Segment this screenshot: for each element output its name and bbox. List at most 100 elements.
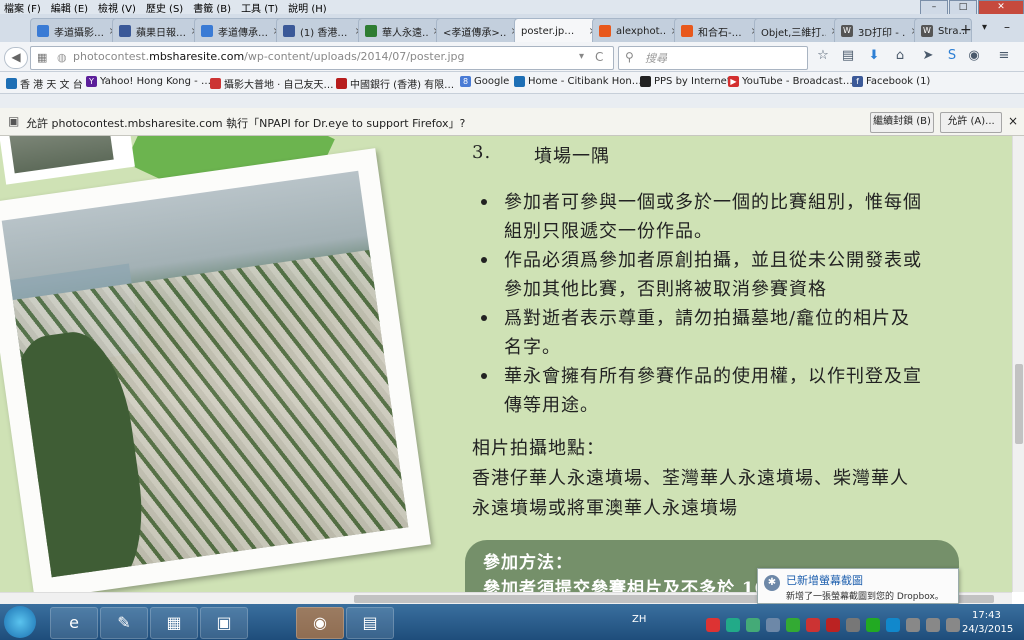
bookmarks-bar: 香 港 天 文 台 Y Yahoo! Hong Kong - … 攝影大普地 · … [0, 72, 1024, 94]
tab[interactable]: (1) 香港… × [276, 18, 370, 43]
tab[interactable]: alexphot… × [592, 18, 686, 43]
globe-icon: ◍ [57, 51, 67, 64]
bookmark-icon: 8 [460, 76, 471, 87]
bookmark-icon: ▶ [728, 76, 739, 87]
back-button[interactable]: ◀ [4, 47, 28, 69]
bookmark-item[interactable]: ▶ YouTube - Broadcast… [728, 76, 853, 87]
menu-help[interactable]: 說明 (H) [288, 0, 327, 15]
tab-active[interactable]: poster.jp… × [514, 18, 604, 43]
dropbox-toast[interactable]: ✱ 已新增螢幕截圖 新增了一張螢幕截圖到您的 Dropbox。 [757, 568, 959, 604]
chat-icon[interactable]: ◉ [966, 48, 982, 64]
bookmark-item[interactable]: 香 港 天 文 台 [6, 76, 83, 91]
menu-bookmarks[interactable]: 書籤 (B) [193, 0, 231, 15]
taskbar-ie-icon[interactable]: e [50, 607, 98, 639]
url-dropdown-icon[interactable]: ▾ [579, 51, 584, 62]
tab-strip: 孝道攝影… × 蘋果日報… × 孝道傳承… × (1) 香港… × 華人永遠… … [0, 14, 1024, 43]
bookmark-item[interactable]: PPS by Internet [640, 76, 731, 87]
tab[interactable]: 孝道攝影… × [30, 18, 124, 43]
tab[interactable]: W 3D打印 - … × [834, 18, 926, 43]
clock-date[interactable]: 24/3/2015 [962, 624, 1013, 635]
bookmark-item[interactable]: 8 Google [460, 76, 509, 87]
tab[interactable]: 和合石-… × [674, 18, 766, 43]
tray-app-icon[interactable] [726, 618, 740, 632]
bookmark-item[interactable]: f Facebook (1) [852, 76, 930, 87]
maximize-button[interactable]: □ [949, 0, 977, 15]
tab[interactable]: <孝道傳承>… × [436, 18, 526, 43]
keep-blocking-button[interactable]: 繼續封鎖 (B) [870, 112, 934, 133]
tray-volume-icon[interactable] [926, 618, 940, 632]
tray-app-icon[interactable] [826, 618, 840, 632]
tab-label: 孝道傳承… [218, 27, 268, 39]
tray-flag-icon[interactable] [946, 618, 960, 632]
bookmark-icon [640, 76, 651, 87]
taskbar-tool-icon[interactable]: ✎ [100, 607, 148, 639]
send-icon[interactable]: ➤ [920, 48, 936, 64]
menu-tools[interactable]: 工具 (T) [241, 0, 278, 15]
tab-label: Objet,三維打… [761, 27, 826, 39]
location-heading: 相片拍攝地點： [472, 438, 605, 459]
cemetery-photo-frame [0, 148, 431, 592]
tab-favicon-icon [365, 25, 377, 37]
language-indicator[interactable]: ZH [632, 614, 646, 625]
menu-file[interactable]: 檔案 (F) [4, 0, 41, 15]
page-info-icon[interactable]: ▦ [37, 51, 47, 64]
menu-history[interactable]: 歷史 (S) [146, 0, 183, 15]
bookmark-item[interactable]: 中國銀行 (香港) 有限… [336, 76, 454, 91]
bullet-dot [481, 199, 487, 205]
url-bar[interactable]: ▦ ◍ photocontest.mbsharesite.com/wp-cont… [30, 46, 614, 70]
notification-text: 允許 photocontest.mbsharesite.com 執行「NPAPI… [26, 117, 466, 130]
taskbar-calculator-icon[interactable]: ▦ [150, 607, 198, 639]
menu-edit[interactable]: 編輯 (E) [51, 0, 88, 15]
navigation-bar: ◀ ▦ ◍ photocontest.mbsharesite.com/wp-co… [0, 42, 1024, 72]
allow-button[interactable]: 允許 (A)... [940, 112, 1002, 133]
bookmark-item[interactable]: 攝影大普地 · 自己友天… [210, 76, 334, 91]
bookmark-item[interactable]: Home - Citibank Hon… [514, 76, 642, 87]
bookmark-item[interactable]: Y Yahoo! Hong Kong - … [86, 76, 211, 87]
reload-icon[interactable]: C [595, 50, 603, 64]
tray-dropbox-icon[interactable] [766, 618, 780, 632]
tab[interactable]: 華人永遠… × [358, 18, 448, 43]
vertical-scrollbar[interactable] [1012, 136, 1024, 592]
menu-icon[interactable]: ≡ [996, 48, 1012, 64]
bookmark-icon [514, 76, 525, 87]
clock-time[interactable]: 17:43 [972, 610, 1001, 621]
home-icon[interactable]: ⌂ [892, 48, 908, 64]
tab-favicon-icon [599, 25, 611, 37]
close-window-button[interactable]: ✕ [978, 0, 1024, 15]
tab[interactable]: 蘋果日報… × [112, 18, 206, 43]
download-icon[interactable]: ⬇ [866, 48, 882, 64]
tab[interactable]: 孝道傳承… × [194, 18, 288, 43]
bullet-dot [481, 373, 487, 379]
tray-network-icon[interactable] [906, 618, 920, 632]
tray-app-icon[interactable] [806, 618, 820, 632]
skype-icon[interactable]: S [944, 48, 960, 64]
menu-view[interactable]: 檢視 (V) [98, 0, 136, 15]
tray-app-icon[interactable] [746, 618, 760, 632]
search-box[interactable]: ⚲ 搜尋 [618, 46, 808, 70]
tab-label: <孝道傳承>… [443, 27, 506, 39]
plugin-notification-bar: ▣ 允許 photocontest.mbsharesite.com 執行「NPA… [0, 108, 1024, 136]
tab-favicon-icon [201, 25, 213, 37]
tab-overflow-icon[interactable]: – [1004, 20, 1010, 34]
reading-list-icon[interactable]: ▤ [840, 48, 856, 64]
tray-app-icon[interactable] [846, 618, 860, 632]
tray-app-icon[interactable] [786, 618, 800, 632]
taskbar-explorer-icon[interactable]: ▤ [346, 607, 394, 639]
tab-label: 3D打印 - … [858, 27, 906, 39]
vertical-scroll-thumb[interactable] [1015, 364, 1023, 444]
tray-app-icon[interactable] [866, 618, 880, 632]
new-tab-button[interactable]: + [960, 22, 972, 38]
start-button[interactable] [4, 606, 36, 638]
taskbar-app-icon[interactable]: ▣ [200, 607, 248, 639]
tray-app-icon[interactable] [706, 618, 720, 632]
tab-list-button[interactable]: ▾ [982, 22, 987, 33]
minimize-button[interactable]: – [920, 0, 948, 15]
notification-close-icon[interactable]: × [1008, 114, 1018, 128]
rule-1-line-1: 參加者可參與一個或多於一個的比賽組別，惟每個 [504, 192, 922, 213]
search-icon: ⚲ [625, 50, 634, 64]
tray-skype-icon[interactable] [886, 618, 900, 632]
taskbar-firefox-icon[interactable]: ◉ [296, 607, 344, 639]
bookmark-star-icon[interactable]: ☆ [815, 48, 831, 64]
tab[interactable]: Objet,三維打… × [754, 18, 846, 43]
tab-label: 孝道攝影… [54, 27, 104, 39]
